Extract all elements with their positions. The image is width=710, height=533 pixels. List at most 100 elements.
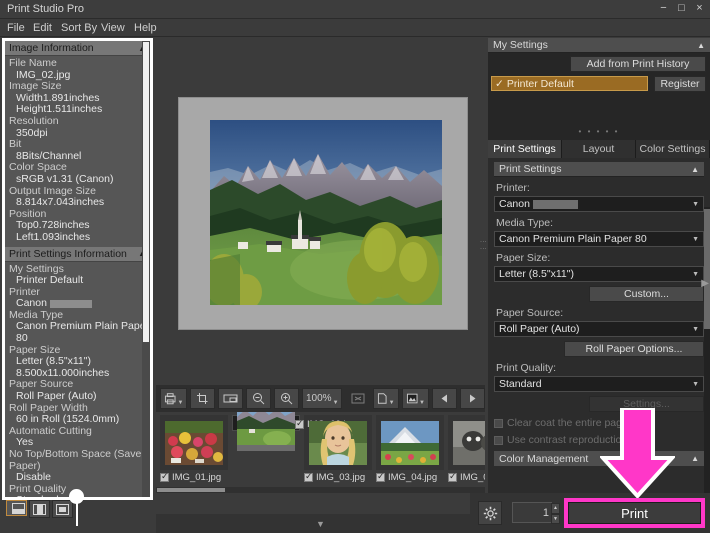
print-quality-value: Standard (499, 378, 542, 390)
maximize-icon[interactable]: □ (675, 2, 688, 15)
preview-image[interactable] (210, 120, 442, 305)
list-item[interactable]: IMG_01.jpg (160, 415, 228, 490)
left-panel-scrollbar[interactable] (142, 41, 150, 497)
chevron-down-icon[interactable]: ▼ (177, 400, 183, 406)
media-type-select[interactable]: Canon Premium Plain Paper 80 ▼ (494, 231, 704, 247)
thumbnail-filename: IMG_05 (460, 472, 485, 483)
collapse-strip[interactable]: ▼ (156, 514, 485, 533)
view-mode-facing-page[interactable] (29, 500, 50, 518)
chevron-down-icon[interactable]: ▼ (333, 400, 339, 406)
roll-paper-options-button[interactable]: Roll Paper Options... (564, 341, 704, 357)
menu-item-sort-by[interactable]: Sort By (61, 22, 97, 34)
menu-item-view[interactable]: View (101, 22, 125, 34)
thumbnail-box[interactable] (160, 415, 228, 470)
chevron-down-icon[interactable]: ▼ (419, 400, 425, 406)
my-settings-entry-printer-default[interactable]: ✓ Printer Default (491, 76, 648, 91)
menu-bar: File Edit Sort By View Help (0, 19, 710, 37)
menu-item-file[interactable]: File (7, 22, 25, 34)
preview-area (156, 38, 485, 383)
chevron-up-icon[interactable]: ▲ (697, 41, 705, 50)
thumbnail-box[interactable] (376, 415, 444, 470)
thumbnail-checkbox[interactable] (304, 473, 313, 482)
view-mode-single-page[interactable] (6, 500, 27, 516)
thumbnail-checkbox[interactable] (295, 420, 304, 429)
thumbnail-box[interactable] (448, 415, 485, 470)
my-settings-body: Add from Print History ✓ Printer Default… (488, 53, 710, 140)
crop-icon[interactable] (190, 388, 215, 409)
list-item[interactable]: IMG_04.jpg (376, 415, 444, 490)
thumbnail-checkbox[interactable] (448, 473, 457, 482)
list-item[interactable]: IMG_02.jpg (232, 415, 300, 431)
list-item[interactable]: IMG_05 (448, 415, 485, 490)
close-icon[interactable]: × (693, 2, 706, 15)
zoom-level-selector[interactable]: 100% ▼ (302, 388, 342, 409)
custom-button[interactable]: Custom... (589, 286, 704, 302)
register-button[interactable]: Register (654, 76, 706, 92)
stepper-down-icon[interactable]: ▼ (551, 514, 560, 525)
app-title: Print Studio Pro (7, 3, 84, 15)
zoom-out-icon[interactable] (246, 388, 271, 409)
panel-expand-arrow-icon[interactable]: ▶ (701, 278, 709, 289)
view-mode-contact-sheet[interactable] (52, 500, 73, 518)
previous-page-icon[interactable] (432, 388, 457, 409)
copies-value: 1 (543, 507, 549, 519)
paper-size-select[interactable]: Letter (8.5"x11") ▼ (494, 266, 704, 282)
list-item[interactable]: IMG_03.jpg (304, 415, 372, 490)
page-preview[interactable] (178, 97, 468, 330)
printer-select[interactable]: Canon ▼ (494, 196, 704, 212)
chevron-down-icon[interactable]: ▼ (316, 519, 325, 529)
thumbnail-box[interactable] (237, 412, 295, 451)
stepper-up-icon[interactable]: ▲ (551, 503, 560, 514)
my-settings-header[interactable]: My Settings ▲ (488, 38, 710, 53)
chevron-down-icon[interactable]: ▼ (692, 201, 699, 208)
image-information-header[interactable]: Image Information ▲ (5, 41, 150, 56)
chevron-down-icon[interactable]: ▼ (692, 271, 699, 278)
image-placement-icon[interactable]: ▼ (402, 388, 429, 409)
menu-item-edit[interactable]: Edit (33, 22, 52, 34)
scrollbar-thumb[interactable] (704, 209, 710, 329)
panel-drag-handle[interactable]: ⋮⋮ (481, 238, 484, 252)
tab-print-settings[interactable]: Print Settings (488, 140, 562, 158)
page-layout-icon[interactable] (218, 388, 243, 409)
roll-paper-options-row: Roll Paper Options... (494, 341, 704, 357)
fit-to-window-icon[interactable] (345, 388, 370, 409)
print-button[interactable]: Print (568, 502, 701, 524)
printer-value: Canon (499, 198, 530, 210)
copies-input[interactable]: 1 ▲ ▼ (512, 502, 552, 523)
window-controls: − □ × (657, 2, 706, 15)
scrollbar-thumb[interactable] (157, 488, 225, 492)
info-value: Left1.093inches (9, 232, 150, 244)
gear-icon[interactable] (478, 501, 502, 525)
minimize-icon[interactable]: − (657, 2, 670, 15)
panel-resize-grip[interactable]: • • • • • (488, 127, 710, 136)
scrollbar-thumb[interactable] (143, 42, 149, 342)
tab-color-settings[interactable]: Color Settings (636, 140, 710, 158)
chevron-up-icon[interactable]: ▲ (691, 454, 699, 463)
print-settings-information-header[interactable]: Print Settings Information ▲ (5, 247, 150, 262)
chevron-down-icon[interactable]: ▼ (692, 381, 699, 388)
right-settings-panel: My Settings ▲ Add from Print History ✓ P… (488, 38, 710, 493)
thumbnail-box[interactable] (304, 415, 372, 470)
copies-stepper[interactable]: ▲ ▼ (551, 503, 560, 524)
paper-source-select[interactable]: Roll Paper (Auto) ▼ (494, 321, 704, 337)
next-page-icon[interactable] (460, 388, 485, 409)
right-panel-scrollbar[interactable] (704, 207, 710, 497)
chevron-up-icon[interactable]: ▲ (691, 165, 699, 174)
tab-layout[interactable]: Layout (562, 140, 636, 158)
redaction-block (50, 300, 92, 308)
thumbnail-checkbox[interactable] (160, 473, 169, 482)
thumbnail-image-mountains (237, 412, 295, 445)
print-settings-section-header[interactable]: Print Settings ▲ (494, 162, 704, 177)
custom-button-row: Custom... (494, 286, 704, 302)
printer-settings-icon[interactable]: ▼ (160, 388, 187, 409)
filmstrip-scrollbar[interactable] (156, 487, 485, 493)
thumbnail-checkbox[interactable] (376, 473, 385, 482)
chevron-down-icon[interactable]: ▼ (692, 236, 699, 243)
chevron-down-icon[interactable]: ▼ (692, 326, 699, 333)
print-quality-select[interactable]: Standard ▼ (494, 376, 704, 392)
add-from-print-history-button[interactable]: Add from Print History (570, 56, 706, 72)
chevron-down-icon[interactable]: ▼ (389, 400, 395, 406)
zoom-in-icon[interactable] (274, 388, 299, 409)
menu-item-help[interactable]: Help (134, 22, 157, 34)
paper-orientation-icon[interactable]: ▼ (373, 388, 398, 409)
